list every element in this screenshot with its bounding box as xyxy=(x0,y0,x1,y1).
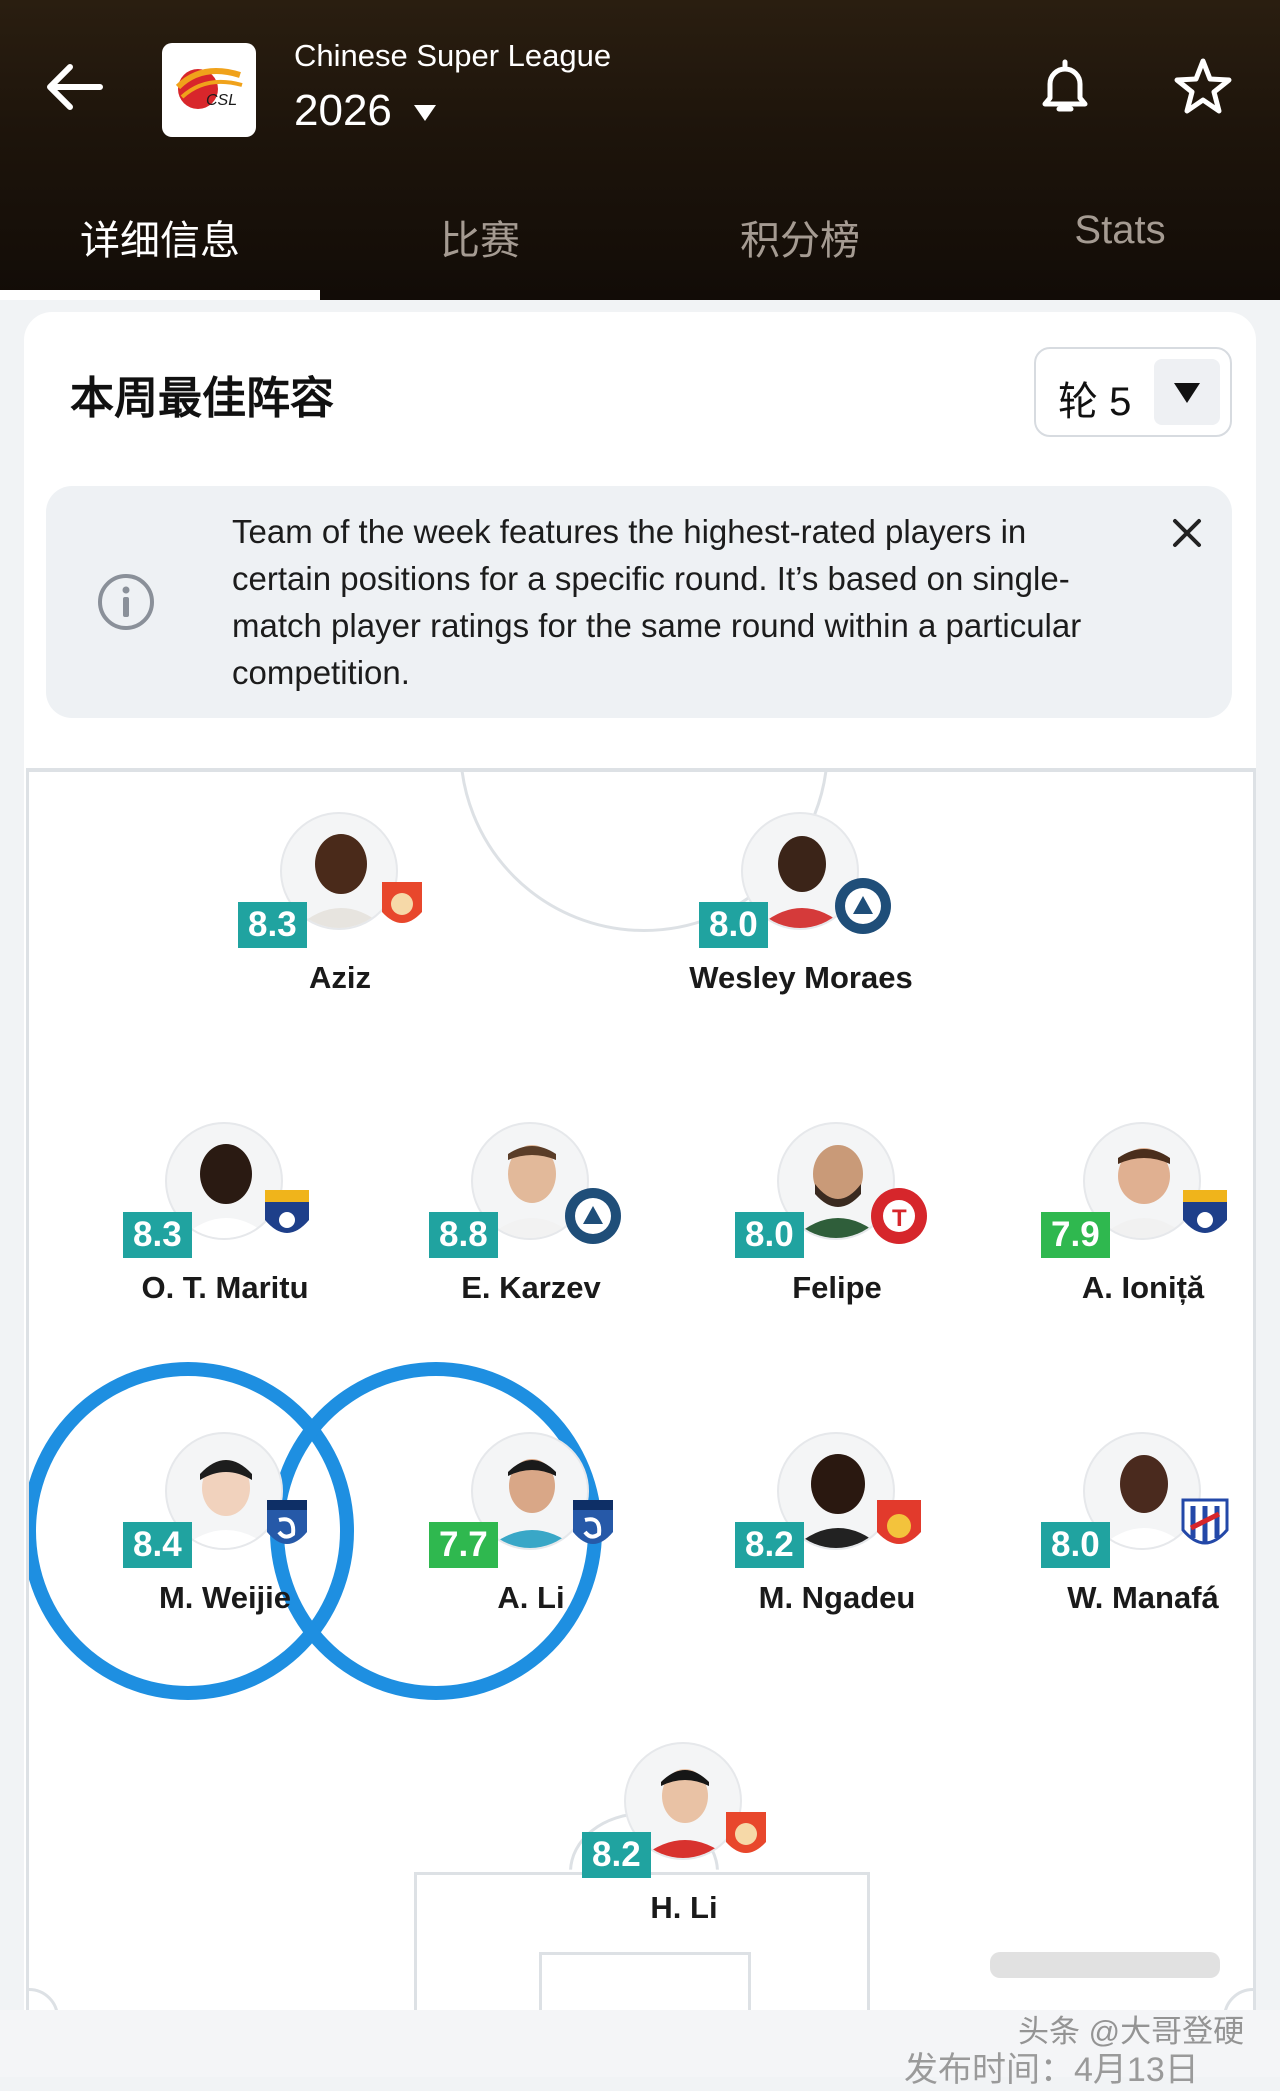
player-card-karzev[interactable]: 8.8 E. Karzev xyxy=(371,1122,671,1322)
round-dropdown[interactable]: 轮 5 xyxy=(1034,347,1232,437)
bell-icon[interactable] xyxy=(1030,52,1100,122)
tab-bar: 详细信息 比赛 积分榜 Stats xyxy=(0,190,1280,300)
rating-badge: 8.0 xyxy=(735,1212,804,1258)
tab-stats[interactable]: Stats xyxy=(960,190,1280,300)
star-icon[interactable] xyxy=(1168,52,1238,122)
info-text: Team of the week features the highest-ra… xyxy=(232,513,1082,691)
dropdown-button[interactable] xyxy=(1154,359,1220,425)
app-header: CSL Chinese Super League 2026 详细信息 比赛 积分… xyxy=(0,0,1280,300)
chevron-down-icon xyxy=(413,105,436,121)
season-selector[interactable]: 2026 xyxy=(294,86,436,136)
player-name: W. Manafá xyxy=(1067,1580,1219,1615)
rating-badge: 8.4 xyxy=(123,1522,192,1568)
liaoning-crest-icon: T xyxy=(867,1184,931,1248)
league-logo: CSL xyxy=(162,43,256,137)
season-year: 2026 xyxy=(294,86,392,135)
rating-badge: 7.7 xyxy=(429,1522,498,1568)
player-card-felipe[interactable]: T 8.0 Felipe xyxy=(677,1122,977,1322)
rating-badge: 8.0 xyxy=(1041,1522,1110,1568)
tab-standings[interactable]: 积分榜 xyxy=(640,190,960,300)
ynyk-crest-icon xyxy=(255,1184,319,1248)
player-name: M. Ngadeu xyxy=(758,1580,916,1615)
player-card-moraes[interactable]: 8.0 Wesley Moraes xyxy=(641,812,941,1012)
zhejiang-crest-icon xyxy=(714,1804,778,1868)
chengdu-crest-icon xyxy=(867,1494,931,1558)
player-card-hli[interactable]: 8.2 H. Li xyxy=(524,1742,824,1942)
league-name: Chinese Super League xyxy=(294,38,612,73)
player-name: A. Li xyxy=(497,1580,565,1615)
shenzhen-crest-icon xyxy=(831,874,895,938)
player-card-maritu[interactable]: 8.3 O. T. Maritu xyxy=(65,1122,365,1322)
tab-details[interactable]: 详细信息 xyxy=(0,190,320,300)
pitch: 8.3 Aziz 8.0 Wesley Moraes 8.3 O. T. Mar… xyxy=(26,768,1256,2028)
player-name: M. Weijie xyxy=(158,1580,292,1615)
rating-badge: 8.3 xyxy=(123,1212,192,1258)
player-name: Felipe xyxy=(792,1270,882,1305)
player-name: Wesley Moraes xyxy=(689,960,913,995)
watermark-date: 发布时间：4月13日 xyxy=(904,2051,1199,2089)
rating-badge: 8.2 xyxy=(735,1522,804,1568)
player-card-ngadeu[interactable]: 8.2 M. Ngadeu xyxy=(677,1432,977,1632)
info-banner: Team of the week features the highest-ra… xyxy=(46,486,1232,718)
zhejiang-crest-icon xyxy=(370,874,434,938)
triangle-down-icon xyxy=(1174,383,1200,403)
shenzhen-crest-icon xyxy=(561,1184,625,1248)
watermark-blur xyxy=(990,1946,1220,1986)
rating-badge: 8.8 xyxy=(429,1212,498,1258)
section-title: 本周最佳阵容 xyxy=(70,374,334,423)
svg-text:CSL: CSL xyxy=(206,92,237,109)
player-card-weijie[interactable]: 8.4 M. Weijie xyxy=(65,1432,365,1632)
player-card-ionita[interactable]: 7.9 A. Ioniță xyxy=(983,1122,1253,1322)
info-icon xyxy=(96,572,156,632)
svg-text:T: T xyxy=(892,1205,907,1232)
player-name: A. Ioniță xyxy=(1081,1270,1205,1305)
shanghai-shenhua-crest-icon xyxy=(1173,1494,1237,1558)
tab-matches[interactable]: 比赛 xyxy=(320,190,640,300)
rating-badge: 8.0 xyxy=(699,902,768,948)
player-name: E. Karzev xyxy=(461,1270,601,1305)
player-name: Aziz xyxy=(309,960,371,995)
round-label: 轮 5 xyxy=(1058,380,1132,424)
player-name: H. Li xyxy=(650,1890,718,1925)
dalian-crest-icon xyxy=(255,1494,319,1558)
player-card-aziz[interactable]: 8.3 Aziz xyxy=(180,812,480,1012)
rating-badge: 8.3 xyxy=(238,902,307,948)
close-icon[interactable] xyxy=(1164,510,1210,556)
player-card-manafa[interactable]: 8.0 W. Manafá xyxy=(983,1432,1253,1632)
player-name: O. T. Maritu xyxy=(141,1270,309,1305)
ynyk-crest-icon xyxy=(1173,1184,1237,1248)
dalian-crest-icon xyxy=(561,1494,625,1558)
team-of-week-card: 本周最佳阵容 轮 5 Team of the week features the… xyxy=(24,312,1256,2077)
player-card-ali[interactable]: 7.7 A. Li xyxy=(371,1432,671,1632)
rating-badge: 8.2 xyxy=(582,1832,651,1878)
rating-badge: 7.9 xyxy=(1041,1212,1110,1258)
back-arrow-icon[interactable] xyxy=(40,52,110,122)
